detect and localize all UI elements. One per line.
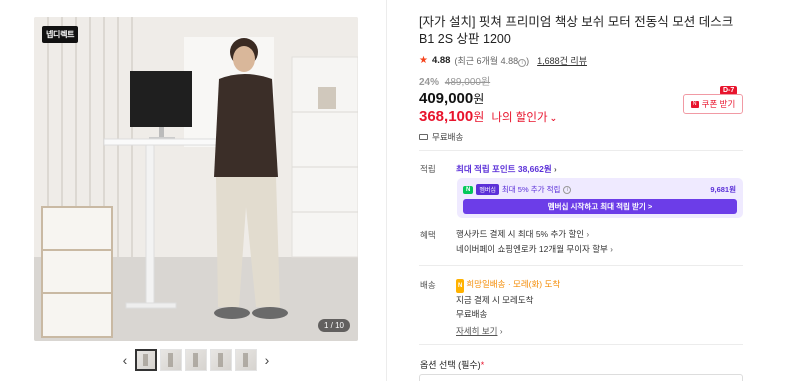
naver-n-icon: N	[463, 185, 474, 194]
discount-rate: 24%	[419, 77, 440, 88]
delivery-label: 배송	[420, 280, 436, 290]
thumb-prev-button[interactable]: ‹	[118, 352, 132, 368]
thumbnail-3[interactable]	[185, 349, 207, 371]
max-points-link[interactable]: 최대 적립 포인트 38,662원 ›	[456, 163, 557, 175]
benefit-installment-link[interactable]: 네이버페이 쇼핑엔로카 12개월 무이자 할부 ›	[456, 242, 613, 257]
membership-text: 최대 5% 추가 적립	[501, 185, 561, 194]
delivery-detail-link[interactable]: 자세히 보기 ›	[456, 324, 560, 339]
thumb-next-button[interactable]: ›	[260, 352, 274, 368]
benefits-list: 행사카드 결제 시 최대 5% 추가 할인 › 네이버페이 쇼핑엔로카 12개월…	[456, 227, 613, 257]
membership-info: N 멤버십 최대 5% 추가 적립 i	[463, 184, 572, 195]
delivery-n-icon: N	[456, 279, 465, 293]
brand-logo: 넵디렉트	[42, 26, 79, 43]
delivery-info: N 희망일배송 · 모레(화) 도착 지금 결제 시 모레도착 무료배송 자세히 …	[456, 277, 560, 339]
delivery-line-3: 무료배송	[456, 309, 488, 319]
section-divider	[419, 344, 743, 345]
membership-points: 9,681원	[710, 185, 736, 194]
benefits-label: 혜택	[420, 230, 436, 240]
original-price: 489,000원	[444, 77, 491, 88]
discount-row: 24% 489,000원	[419, 73, 749, 88]
points-label: 적립	[420, 164, 436, 174]
info-icon[interactable]: i	[518, 59, 527, 67]
membership-box: N 멤버십 최대 5% 추가 적립 i 9,681원 멤버십 시작하고 최대 적…	[457, 178, 743, 218]
benefit-card-link[interactable]: 행사카드 결제 시 최대 5% 추가 할인 ›	[456, 227, 613, 242]
thumbnail-2[interactable]	[160, 349, 182, 371]
delivery-type: N 희망일배송 · 모레(화) 도착	[456, 277, 560, 293]
thumbnail-1[interactable]	[135, 349, 157, 371]
column-divider	[386, 0, 387, 381]
product-photo-illustration	[34, 17, 358, 341]
rating-value: 4.88	[431, 55, 451, 66]
membership-badge: 멤버십	[476, 184, 499, 195]
star-icon: ★	[419, 55, 428, 66]
product-title: [자가 설치] 핏쳐 프리미엄 책상 보쉬 모터 전동식 모션 데스크 B1 2…	[419, 15, 734, 46]
section-divider	[419, 150, 743, 151]
coupon-button[interactable]: N 쿠폰 받기	[683, 94, 743, 114]
shipping-row: 무료배송	[419, 131, 749, 143]
option-select-title: 옵션 선택 (필수)*	[420, 360, 485, 370]
rating-row: ★ 4.88 (최근 6개월 4.88 i) 1,688건 리뷰	[419, 54, 749, 67]
shipping-label: 무료배송	[432, 132, 464, 142]
image-counter: 1 / 10	[317, 319, 350, 332]
rating-note: (최근 6개월 4.88 i)	[454, 56, 530, 67]
thumbnail-4[interactable]	[210, 349, 232, 371]
delivery-line-2: 지금 결제 시 모레도착	[456, 295, 534, 305]
product-main-image[interactable]: 넵디렉트 1 / 10	[34, 17, 358, 341]
coupon-icon: N	[690, 100, 699, 108]
coupon-label: 쿠폰 받기	[701, 99, 736, 109]
option-select-dropdown[interactable]	[419, 374, 743, 381]
thumbnail-strip: ‹ ›	[118, 348, 274, 372]
membership-start-button[interactable]: 멤버십 시작하고 최대 적립 받기 >	[463, 199, 737, 214]
thumbnail-5[interactable]	[235, 349, 257, 371]
truck-icon	[419, 134, 428, 140]
section-divider	[419, 265, 743, 266]
info-icon[interactable]: i	[563, 185, 572, 194]
chevron-down-icon: ⌄	[549, 113, 558, 123]
product-info: [자가 설치] 핏쳐 프리미엄 책상 보쉬 모터 전동식 모션 데스크 B1 2…	[419, 14, 749, 143]
review-count-link[interactable]: 1,688건 리뷰	[537, 54, 587, 67]
